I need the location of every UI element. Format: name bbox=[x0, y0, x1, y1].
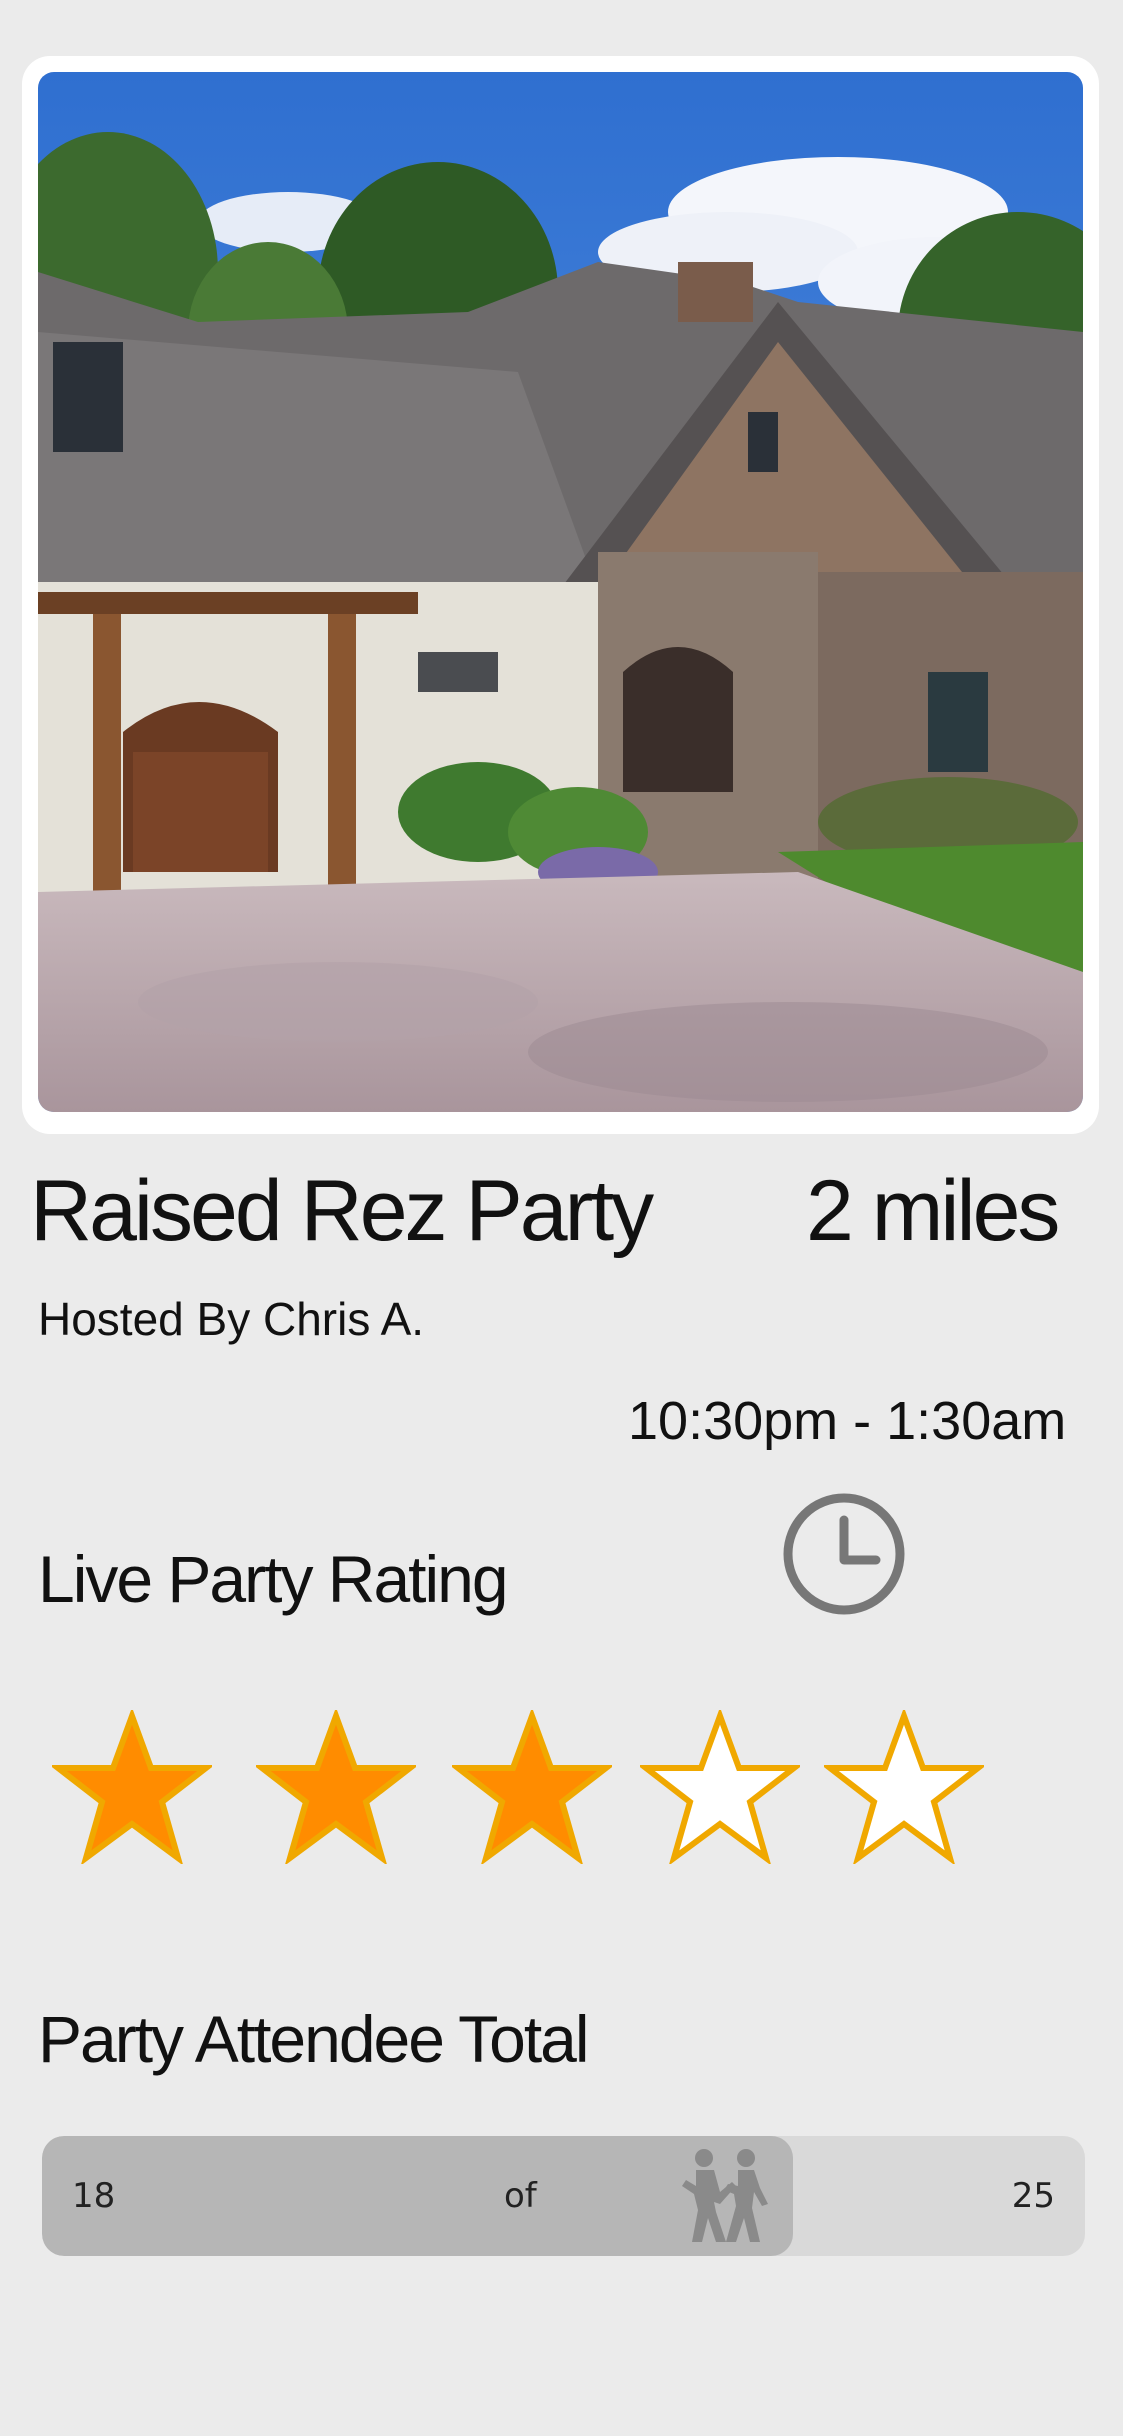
clock-icon bbox=[783, 1493, 905, 1615]
event-distance: 2 miles bbox=[806, 1163, 1060, 1259]
event-photo-frame bbox=[22, 56, 1099, 1134]
rating-label: Live Party Rating bbox=[38, 1542, 509, 1616]
star-icon[interactable] bbox=[452, 1710, 612, 1864]
dancers-icon bbox=[682, 2149, 768, 2242]
event-host: Hosted By Chris A. bbox=[38, 1293, 425, 1345]
star-icon[interactable] bbox=[256, 1710, 416, 1864]
star-icon[interactable] bbox=[52, 1710, 212, 1864]
attendee-label: Party Attendee Total bbox=[38, 2002, 590, 2076]
star-icon[interactable] bbox=[824, 1710, 984, 1864]
attendee-total: 25 bbox=[1011, 2176, 1055, 2216]
attendee-progress-bar: 18 of 25 bbox=[42, 2136, 1085, 2256]
star-icon[interactable] bbox=[640, 1710, 800, 1864]
event-title: Raised Rez Party bbox=[30, 1163, 654, 1259]
attendee-count: 18 bbox=[72, 2176, 116, 2216]
event-time: 10:30pm - 1:30am bbox=[628, 1391, 1067, 1451]
attendee-separator: of bbox=[504, 2176, 537, 2216]
event-photo[interactable] bbox=[38, 72, 1083, 1112]
